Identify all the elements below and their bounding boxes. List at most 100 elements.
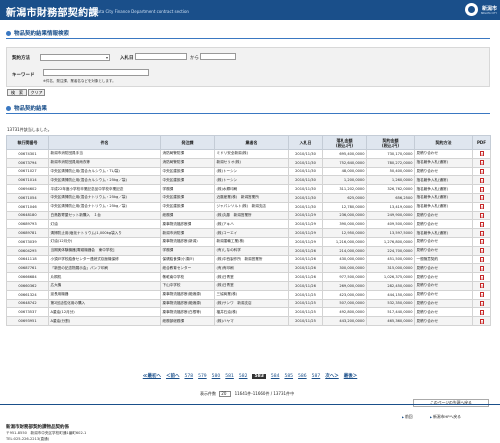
contract-method-cell: 見積り合わせ [414, 245, 473, 256]
winning-amount-cell: 1,216,000,0000 [322, 236, 367, 247]
pager-next-link[interactable]: 次へ＞ [325, 373, 339, 379]
keyword-note: ※件名、発注課、業者名などを対象とします。 [43, 79, 116, 83]
contract-method-select[interactable] [40, 54, 110, 61]
pdf-cell [472, 245, 491, 256]
pdf-icon[interactable] [479, 204, 484, 210]
winning-amount-cell: 695,400,0000 [322, 149, 367, 159]
pager-page-link[interactable]: 584 [271, 374, 280, 379]
bid-date-cell: 2010/11/29 [288, 219, 323, 230]
pdf-icon[interactable] [479, 160, 484, 166]
item-name-cell: 小須戸学校給食センター連続式炊飯機保修 [48, 254, 161, 265]
results-section-title: 物品契約結果 [6, 104, 47, 112]
contract-method-cell: 見積り合わせ [414, 316, 473, 326]
clear-button[interactable]: クリア [28, 89, 45, 96]
pdf-icon[interactable] [479, 212, 484, 218]
pdf-icon[interactable] [479, 283, 484, 289]
pdf-icon[interactable] [479, 230, 484, 236]
pdf-icon[interactable] [479, 318, 484, 324]
per-page-label: 表示件数 [200, 391, 216, 396]
search-section-divider [6, 38, 490, 39]
pager-page-link[interactable]: 578 [184, 374, 193, 379]
contract-method-cell: 見積り合わせ [414, 236, 473, 247]
pdf-icon[interactable] [479, 195, 484, 201]
contract-method-label: 契約方法 [12, 56, 30, 61]
pdf-cell [472, 263, 491, 274]
winning-amount-cell: 390,000,0000 [322, 219, 367, 230]
footer-link-home[interactable]: 新潟市HPへ戻る [430, 414, 461, 420]
pdf-icon[interactable] [479, 239, 484, 245]
pdf-icon[interactable] [479, 274, 484, 280]
pdf-icon[interactable] [479, 300, 484, 306]
pager-page-link[interactable]: 582 [239, 374, 248, 379]
pdf-icon[interactable] [479, 248, 484, 254]
bullet-icon [6, 30, 11, 36]
pdf-cell [472, 307, 491, 318]
contract-number-cell: 00674301 [6, 149, 49, 159]
vendor-name-cell: (有)しなの科学 [214, 245, 289, 256]
contract-amount-cell: 50,400,0000 [366, 166, 415, 177]
pager-page-link[interactable]: 587 [312, 374, 321, 379]
pager-page-link[interactable]: 581 [225, 374, 234, 379]
page-top-button[interactable]: このページの先頭へ戻る [413, 399, 489, 407]
site-title[interactable]: 新潟市財務部契約課 [6, 4, 99, 19]
pdf-icon[interactable] [479, 177, 484, 183]
pager-page-link[interactable]: 579 [198, 374, 207, 379]
pager-page-link[interactable]: 583 [252, 374, 266, 379]
table-row: 00693951 A重油(分割) 総務部総務課 (株)ハヤマ 2010/11/25 443… [6, 316, 491, 326]
pager-prev-link[interactable]: ＜前へ [166, 373, 180, 379]
pdf-icon[interactable] [479, 186, 484, 192]
winning-amount-cell: 752,640,0000 [322, 157, 367, 168]
pager-last-link[interactable]: 最後＞ [344, 373, 358, 379]
ordering-dept-cell: 薬事物流福診断(範適源) [160, 289, 215, 300]
site-header: 新潟市財務部契約課 Niigata City Finance Departmen… [0, 0, 500, 20]
pdf-cell [472, 236, 491, 247]
winning-amount-cell: 214,000,0000 [322, 245, 367, 256]
bullet-icon [6, 105, 11, 111]
pager-page-link[interactable]: 580 [212, 374, 221, 379]
table-row: 00648180 白鳥数寄屋セット新購入 １台 総務課 (株)丸藤 新潟営業所 2010… [6, 210, 491, 221]
bid-date-cell: 2010/11/26 [288, 254, 323, 265]
footer-link-prev[interactable]: 前回 [402, 414, 413, 420]
bid-date-cell: 2010/11/26 [288, 245, 323, 256]
search-button[interactable]: 検 索 [7, 89, 27, 96]
city-name-en: NIIGATA CITY [480, 12, 497, 15]
per-page-select[interactable]: 20 [219, 391, 232, 397]
winning-amount-cell: 1,200,0000 [322, 175, 367, 186]
winning-amount-cell: 625,0000 [322, 192, 367, 203]
pdf-cell [472, 184, 491, 194]
per-page-value: 20 [221, 391, 227, 396]
pdf-icon[interactable] [479, 151, 484, 157]
ordering-dept-cell: 薬事物流福診断課 [160, 219, 215, 230]
bid-date-cell: 2010/11/30 [288, 166, 323, 177]
vendor-name-cell: (株)トーシン [214, 166, 289, 177]
contract-number-cell: 00673039 [6, 236, 49, 247]
column-header: 落札金額 (税込:円) [322, 135, 367, 150]
contract-amount-cell: 1,026,375,0000 [366, 272, 415, 282]
pager-page-link[interactable]: 585 [284, 374, 293, 379]
vendor-name-cell: (株)日青堂 [214, 272, 289, 282]
ordering-dept-cell: 中央区建設課 [160, 166, 215, 177]
keyword-input[interactable] [43, 69, 149, 76]
contract-amount-cell: 465,360,0000 [366, 316, 415, 326]
pdf-icon[interactable] [479, 221, 484, 227]
pdf-icon[interactable] [479, 309, 484, 315]
vendor-name-cell: 近藤産業(株) 新潟営業所 [214, 192, 289, 203]
pdf-icon[interactable] [479, 292, 484, 298]
pdf-icon[interactable] [479, 265, 484, 271]
ordering-dept-cell: 学務課 [160, 245, 215, 256]
contract-number-cell: 00641118 [6, 254, 49, 265]
footer-org-name: 新潟市財務部契約課物品契約係 [6, 425, 69, 430]
bid-date-from-input[interactable] [135, 53, 187, 60]
vendor-name-cell: 新潟セリオ(株) [214, 157, 289, 168]
item-name-cell: 延長用機器 [48, 289, 161, 300]
pager-first-link[interactable]: ≪最初へ [143, 373, 161, 379]
pdf-icon[interactable] [479, 256, 484, 262]
pdf-icon[interactable] [479, 168, 484, 174]
ordering-dept-cell: 消防局警防課 [160, 149, 215, 159]
contract-number-cell: 00648180 [6, 210, 49, 221]
bid-date-to-input[interactable] [200, 53, 236, 60]
item-name-cell: 中央区清掃防止用(混合ナトリウム・25kg／袋) [48, 192, 161, 203]
pager-page-link[interactable]: 586 [298, 374, 307, 379]
pdf-cell [472, 254, 491, 265]
city-name[interactable]: 新潟市 [482, 5, 497, 12]
